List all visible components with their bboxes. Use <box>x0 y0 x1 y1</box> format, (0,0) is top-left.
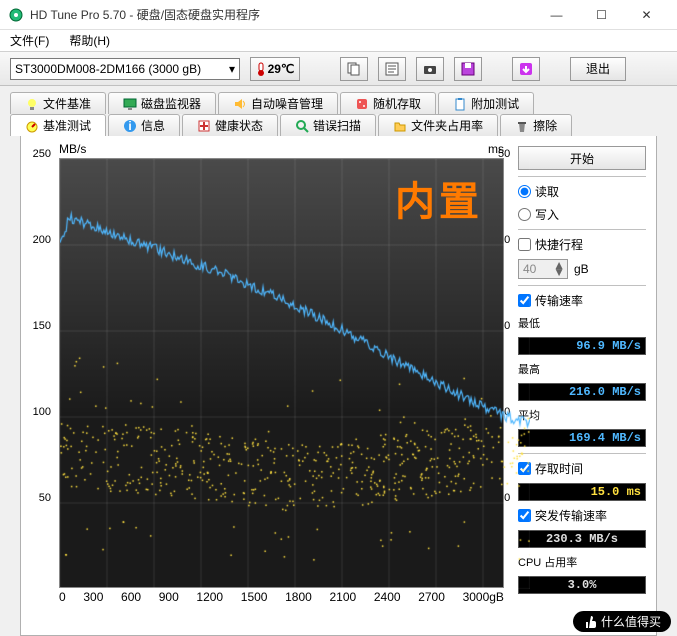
copy-info-button[interactable] <box>340 57 368 81</box>
tab-info[interactable]: i信息 <box>108 114 180 136</box>
avg-value: 169.4 MB/s <box>518 429 646 447</box>
cpu-label: CPU 占用率 <box>518 554 646 570</box>
drive-select-value: ST3000DM008-2DM166 (3000 gB) <box>15 62 201 76</box>
min-value: 96.9 MB/s <box>518 337 646 355</box>
tab-extra[interactable]: 附加测试 <box>438 92 534 114</box>
trash-icon <box>515 119 529 133</box>
burst-rate-check[interactable]: 突发传输速率 <box>518 507 646 524</box>
short-stroke-check[interactable]: 快捷行程 <box>518 236 646 253</box>
options-button[interactable] <box>512 57 540 81</box>
tab-health[interactable]: 健康状态 <box>182 114 278 136</box>
bulb-icon <box>25 97 39 111</box>
access-time-check[interactable]: 存取时间 <box>518 460 646 477</box>
tab-random[interactable]: 随机存取 <box>340 92 436 114</box>
cpu-value: 3.0% <box>518 576 646 594</box>
save-button[interactable] <box>454 57 482 81</box>
search-icon <box>295 119 309 133</box>
thermometer-icon <box>256 61 266 77</box>
toolbar: ST3000DM008-2DM166 (3000 gB) ▾ 29℃ 退出 <box>0 52 677 86</box>
avg-label: 平均 <box>518 407 646 423</box>
temperature-value: 29℃ <box>268 62 295 76</box>
tab-aam[interactable]: 自动噪音管理 <box>218 92 338 114</box>
min-label: 最低 <box>518 315 646 331</box>
temperature-box: 29℃ <box>250 57 300 81</box>
max-value: 216.0 MB/s <box>518 383 646 401</box>
copy-icon <box>346 61 362 77</box>
read-radio[interactable]: 读取 <box>518 183 646 200</box>
screenshot-button[interactable] <box>416 57 444 81</box>
menu-bar: 文件(F) 帮助(H) <box>0 30 677 52</box>
overlay-text: 内置 <box>395 169 483 227</box>
camera-icon <box>422 61 438 77</box>
info-icon: i <box>123 119 137 133</box>
chevron-down-icon: ▾ <box>229 62 235 76</box>
tab-row-1: 文件基准 磁盘监视器 自动噪音管理 随机存取 附加测试 <box>10 92 667 114</box>
menu-help[interactable]: 帮助(H) <box>65 30 114 51</box>
side-panel: 开始 读取 写入 快捷行程 40▲▼ gB 传输速率 最低 96.9 MB/s … <box>518 142 646 625</box>
benchmark-content: MB/s ms 25020015010050 50403020100 内置 03… <box>20 136 657 636</box>
window-title: HD Tune Pro 5.70 - 硬盘/固态硬盘实用程序 <box>30 6 534 23</box>
title-bar: HD Tune Pro 5.70 - 硬盘/固态硬盘实用程序 ― ☐ ✕ <box>0 0 677 30</box>
short-stroke-unit: gB <box>574 262 589 276</box>
tab-area: 文件基准 磁盘监视器 自动噪音管理 随机存取 附加测试 基准测试 i信息 健康状… <box>0 86 677 636</box>
access-value: 15.0 ms <box>518 483 646 501</box>
folder-icon <box>393 119 407 133</box>
burst-value: 230.3 MB/s <box>518 530 646 548</box>
copy-text-button[interactable] <box>378 57 406 81</box>
tab-erase[interactable]: 擦除 <box>500 114 572 136</box>
drive-select[interactable]: ST3000DM008-2DM166 (3000 gB) ▾ <box>10 58 240 80</box>
arrow-down-icon <box>518 61 534 77</box>
tab-error-scan[interactable]: 错误扫描 <box>280 114 376 136</box>
tab-folder-usage[interactable]: 文件夹占用率 <box>378 114 498 136</box>
svg-text:i: i <box>128 119 131 133</box>
thumbs-up-icon <box>583 615 597 629</box>
transfer-rate-check[interactable]: 传输速率 <box>518 292 646 309</box>
tab-file-benchmark[interactable]: 文件基准 <box>10 92 106 114</box>
max-label: 最高 <box>518 361 646 377</box>
y-ticks-left: 25020015010050 <box>27 154 55 584</box>
tab-disk-monitor[interactable]: 磁盘监视器 <box>108 92 216 114</box>
health-icon <box>197 119 211 133</box>
dice-icon <box>355 97 369 111</box>
y-axis-left-unit: MB/s <box>59 142 86 156</box>
save-icon <box>460 61 476 77</box>
speaker-icon <box>233 97 247 111</box>
x-ticks: 03006009001200150018002100240027003000gB <box>59 590 504 604</box>
start-button[interactable]: 开始 <box>518 146 646 170</box>
tab-row-2: 基准测试 i信息 健康状态 错误扫描 文件夹占用率 擦除 <box>10 114 667 136</box>
monitor-icon <box>123 97 137 111</box>
exit-button[interactable]: 退出 <box>570 57 626 81</box>
text-icon <box>384 61 400 77</box>
chart-column: MB/s ms 25020015010050 50403020100 内置 03… <box>31 142 510 625</box>
watermark: 什么值得买 <box>573 611 671 632</box>
app-icon <box>8 7 24 23</box>
write-radio[interactable]: 写入 <box>518 206 646 223</box>
close-button[interactable]: ✕ <box>624 1 669 29</box>
gauge-icon <box>25 119 39 133</box>
menu-file[interactable]: 文件(F) <box>6 30 53 51</box>
clipboard-icon <box>453 97 467 111</box>
minimize-button[interactable]: ― <box>534 1 579 29</box>
chart-box: 内置 <box>59 158 504 588</box>
maximize-button[interactable]: ☐ <box>579 1 624 29</box>
tab-benchmark[interactable]: 基准测试 <box>10 114 106 136</box>
